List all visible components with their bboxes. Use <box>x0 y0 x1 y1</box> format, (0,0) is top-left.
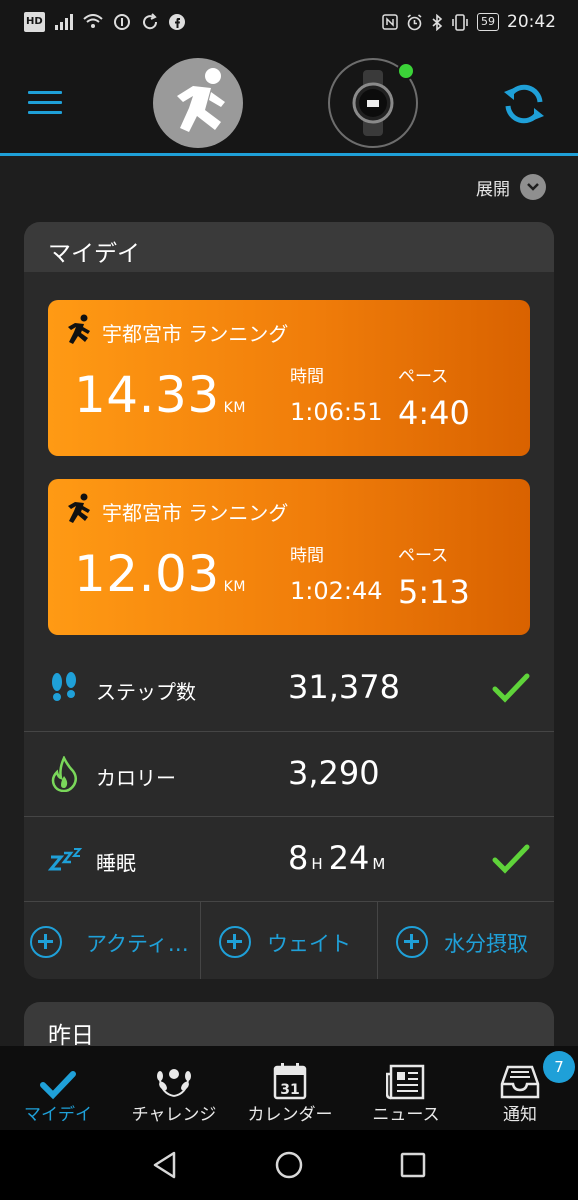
nav-label: マイデイ <box>24 1105 92 1125</box>
hd-icon: HD <box>24 12 45 32</box>
time-label: 時間 <box>290 367 324 387</box>
nav-calendar[interactable]: 31 カレンダー <box>232 1058 348 1125</box>
plus-circle-icon <box>396 926 428 958</box>
sync-icon[interactable] <box>500 80 548 128</box>
goal-check-icon <box>492 673 530 703</box>
activity-card[interactable]: 宇都宮市 ランニング 14.33 KM 時間 1:06:51 ペース 4:40 <box>48 300 530 456</box>
calendar-day: 31 <box>280 1082 300 1098</box>
pace-label: ペース <box>398 367 449 387</box>
signal-icon <box>54 14 73 30</box>
clock: 20:42 <box>507 12 556 32</box>
home-icon[interactable] <box>274 1150 304 1180</box>
activity-title: 宇都宮市 ランニング <box>102 501 289 525</box>
bluetooth-icon <box>432 13 443 31</box>
notification-badge: 7 <box>543 1051 575 1083</box>
nav-challenges[interactable]: チャレンジ <box>116 1058 232 1125</box>
metric-label: カロリー <box>96 766 176 790</box>
plus-circle-icon <box>30 926 62 958</box>
nav-my-day[interactable]: マイデイ <box>0 1058 116 1125</box>
nav-label: 通知 <box>503 1105 537 1125</box>
activity-time: 1:06:51 <box>290 398 383 426</box>
add-weight-button[interactable]: ウェイト <box>201 902 378 979</box>
activity-card[interactable]: 宇都宮市 ランニング 12.03 KM 時間 1:02:44 ペース 5:13 <box>48 479 530 635</box>
vibrate-icon <box>452 13 468 31</box>
calories-row[interactable]: カロリー 3,290 <box>24 731 554 816</box>
flame-icon <box>51 756 77 792</box>
time-label: 時間 <box>290 546 324 566</box>
alarm-icon <box>407 13 422 30</box>
sleep-row[interactable]: 睡眠 8 H 24 M <box>24 816 554 901</box>
data-saver-icon <box>113 14 130 30</box>
calendar-icon: 31 <box>232 1058 348 1100</box>
metric-label: 睡眠 <box>96 851 136 875</box>
activity-distance: 14.33 KM <box>74 366 246 424</box>
activity-distance: 12.03 KM <box>74 545 246 603</box>
card-title: マイデイ <box>24 222 554 272</box>
newspaper-icon <box>386 1064 425 1100</box>
activity-pace: 5:13 <box>398 573 470 611</box>
metric-value: 31,378 <box>288 668 400 706</box>
top-app-bar <box>0 46 578 156</box>
battery-icon: 59 <box>477 13 499 31</box>
metric-value: 8 H 24 M <box>288 839 386 877</box>
chevron-down-icon <box>520 174 546 200</box>
metric-value: 3,290 <box>288 754 380 792</box>
running-icon <box>68 493 90 523</box>
quick-add-label: ウェイト <box>267 932 351 956</box>
hamburger-menu-icon[interactable] <box>28 91 62 115</box>
activity-time: 1:02:44 <box>290 577 383 605</box>
status-bar: HD 59 20:42 <box>0 0 578 46</box>
expand-label: 展開 <box>476 179 510 200</box>
footsteps-icon <box>52 672 76 701</box>
my-day-card: マイデイ 宇都宮市 ランニング 14.33 KM 時間 1:06:51 ペース 4… <box>24 222 554 979</box>
recents-icon[interactable] <box>398 1150 428 1180</box>
running-icon <box>68 314 90 344</box>
expand-toggle[interactable]: 展開 <box>476 174 546 200</box>
runner-avatar-icon[interactable] <box>153 58 243 148</box>
bottom-navigation: マイデイ チャレンジ 31 カレンダー ニュース 通知 <box>0 1046 578 1130</box>
nfc-icon <box>382 14 398 30</box>
nav-label: チャレンジ <box>131 1105 217 1125</box>
sleep-zzz-icon <box>48 848 83 871</box>
check-icon <box>40 1071 76 1100</box>
back-icon[interactable] <box>150 1150 180 1180</box>
plus-circle-icon <box>219 926 251 958</box>
pace-label: ペース <box>398 546 449 566</box>
device-connected-indicator <box>397 62 415 80</box>
add-activity-button[interactable]: アクティ… <box>24 902 201 979</box>
steps-row[interactable]: ステップ数 31,378 <box>24 646 554 731</box>
quick-add-label: アクティ… <box>86 932 189 956</box>
sync-status-icon <box>142 13 157 30</box>
metric-label: ステップ数 <box>96 680 196 704</box>
nav-label: ニュース <box>372 1105 440 1125</box>
nav-news[interactable]: ニュース <box>348 1058 464 1125</box>
laurel-icon <box>157 1069 191 1097</box>
facebook-icon <box>168 14 185 30</box>
add-hydration-button[interactable]: 水分摂取 <box>378 902 554 979</box>
quick-add-label: 水分摂取 <box>444 932 528 956</box>
wifi-icon <box>83 14 103 28</box>
goal-check-icon <box>492 844 530 874</box>
activity-title: 宇都宮市 ランニング <box>102 322 289 346</box>
card-title: 昨日 <box>48 1023 94 1049</box>
inbox-icon <box>500 1065 540 1099</box>
activity-pace: 4:40 <box>398 394 470 432</box>
nav-label: カレンダー <box>247 1105 333 1125</box>
quick-add-bar: アクティ… ウェイト 水分摂取 <box>24 901 554 979</box>
system-navigation-bar <box>0 1130 578 1200</box>
